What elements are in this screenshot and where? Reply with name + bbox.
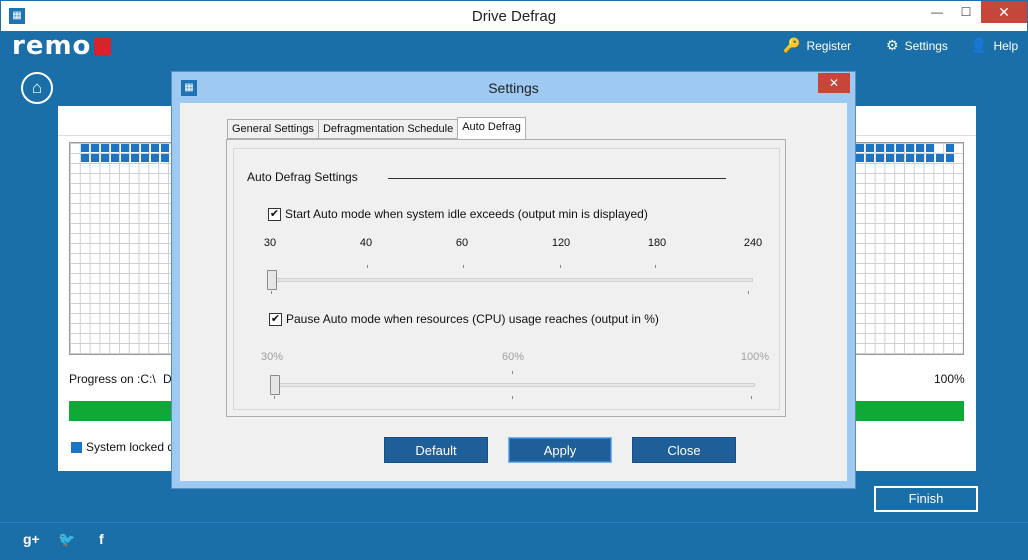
idle-tick-30: 30 [263,237,277,249]
logo-text: remo [12,31,92,61]
twitter-icon[interactable]: 🐦 [58,531,75,548]
dialog-title-bar: ▦ Settings ✕ [172,72,855,102]
progress-bar-right [854,401,964,421]
facebook-icon[interactable]: f [99,531,104,547]
idle-checkbox-label: Start Auto mode when system idle exceeds… [285,207,648,221]
gear-icon: ⚙ [886,37,899,53]
auto-defrag-panel: Auto Defrag Settings ✔ Start Auto mode w… [226,139,786,417]
cpu-tick-60: 60% [501,351,525,363]
cluster-map-right [854,142,964,355]
key-icon: 🔑 [783,37,801,53]
home-button[interactable]: ⌂ [21,72,53,104]
cpu-tick-mark [512,396,513,399]
user-icon: 👤 [970,37,988,53]
cpu-tick-mark [274,396,275,399]
maximize-button[interactable]: ☐ [953,1,979,23]
window-title: Drive Defrag [471,8,557,25]
minimize-button[interactable]: — [923,1,951,23]
legend-swatch [71,441,82,453]
idle-tick-mark [748,291,749,294]
title-bar: ▦ Drive Defrag — ☐ ✕ [0,0,1028,31]
register-label: Register [806,38,852,53]
legend-label: System locked da [86,440,181,454]
dialog-close-text-button[interactable]: Close [632,437,736,463]
default-button[interactable]: Default [384,437,488,463]
progress-label: Progress on :C:\ [69,372,156,386]
idle-tick-mark [560,265,561,268]
group-divider [388,178,726,179]
settings-link[interactable]: ⚙ Settings [886,37,948,54]
finish-button[interactable]: Finish [874,486,978,512]
cpu-slider-thumb[interactable] [270,375,280,395]
settings-label: Settings [904,38,948,53]
idle-checkbox[interactable]: ✔ [268,207,281,221]
idle-slider-track[interactable] [267,278,753,282]
idle-tick-40: 40 [359,237,373,249]
tab-auto-defrag[interactable]: Auto Defrag [457,117,526,139]
register-link[interactable]: 🔑 Register [783,37,851,54]
top-nav-bar: remo 🔑 Register ⚙ Settings 👤 Help [0,31,1028,61]
tab-general-settings[interactable]: General Settings [227,119,318,139]
help-label: Help [993,38,1019,53]
cpu-checkbox[interactable]: ✔ [269,312,282,326]
help-link[interactable]: 👤 Help [970,37,1018,54]
idle-tick-60: 60 [455,237,469,249]
close-button[interactable]: ✕ [981,1,1027,23]
dialog-close-button[interactable]: ✕ [818,73,850,93]
apply-button[interactable]: Apply [508,437,612,463]
progress-percent: 100% [934,372,965,386]
home-icon: ⌂ [31,78,43,97]
idle-tick-180: 180 [647,237,667,249]
tab-defragmentation-schedule[interactable]: Defragmentation Schedule [317,119,458,139]
idle-checkbox-row[interactable]: ✔ Start Auto mode when system idle excee… [268,207,648,221]
settings-tabs: General Settings Defragmentation Schedul… [227,117,526,139]
idle-tick-120: 120 [551,237,571,249]
cluster-blocks-left [71,144,169,162]
google-plus-icon[interactable]: g+ [23,531,40,547]
cluster-map-left [69,142,173,355]
cpu-tick-mark [512,371,513,374]
cluster-blocks-right [856,144,954,162]
cpu-tick-100: 100% [740,351,770,363]
cpu-checkbox-row[interactable]: ✔ Pause Auto mode when resources (CPU) u… [269,312,659,326]
bottom-bar: g+ 🐦 f [0,522,1028,560]
legend-system-locked: System locked da [71,440,181,454]
idle-tick-mark [271,291,272,294]
dialog-title: Settings [488,80,539,96]
idle-tick-mark [367,265,368,268]
logo-square-icon [94,37,112,55]
cpu-tick-mark [751,396,752,399]
dialog-body: General Settings Defragmentation Schedul… [180,103,847,481]
idle-tick-240: 240 [743,237,763,249]
settings-dialog: ▦ Settings ✕ General Settings Defragment… [171,71,856,489]
idle-slider-thumb[interactable] [267,270,277,290]
progress-bar-left [69,401,173,421]
idle-tick-mark [463,265,464,268]
group-title: Auto Defrag Settings [247,170,358,184]
remo-logo: remo [12,31,112,61]
cpu-slider-track[interactable] [271,383,755,387]
cpu-tick-30: 30% [260,351,284,363]
cpu-checkbox-label: Pause Auto mode when resources (CPU) usa… [286,312,659,326]
idle-tick-mark [655,265,656,268]
